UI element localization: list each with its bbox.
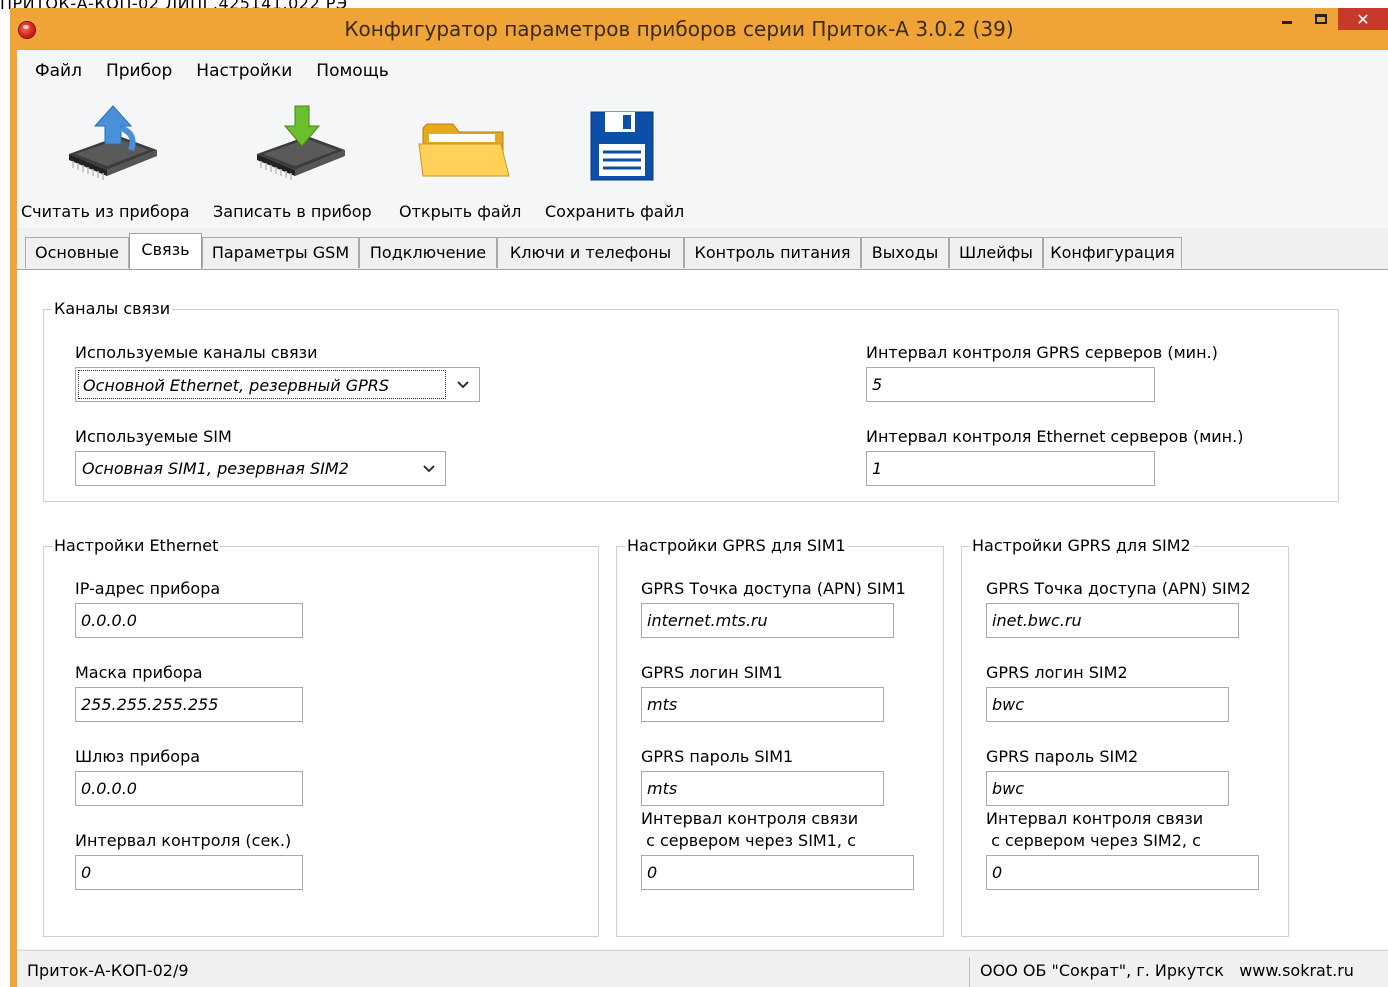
app-window: Конфигуратор параметров приборов серии П… [10,8,1388,987]
status-company: ООО ОБ "Сократ", г. Иркутск www.sokrat.r… [980,961,1354,980]
sim1-password-input[interactable]: mts [641,771,884,806]
sim2-apn-label: GPRS Точка доступа (APN) SIM2 [986,579,1251,598]
folder-icon [418,123,510,177]
minimize-button[interactable] [1270,8,1304,30]
ethernet-interval-label: Интервал контроля Ethernet серверов (мин… [866,427,1244,446]
mask-label: Маска прибора [75,663,203,682]
tab-panel-communication: Каналы связи Используемые каналы связи О… [17,269,1388,949]
chip-upload-icon [69,105,157,180]
read-from-device-label: Считать из прибора [21,202,190,221]
gprs-sim2-legend: Настройки GPRS для SIM2 [970,536,1193,555]
toolbar: Считать из прибора Записать в прибор Отк… [17,92,1388,228]
used-channels-select[interactable]: Основной Ethernet, резервный GPRS [75,367,480,402]
gprs-sim1-group: Настройки GPRS для SIM1 GPRS Точка досту… [616,537,944,937]
sim1-login-input[interactable]: mts [641,687,884,722]
sim2-login-input[interactable]: bwc [986,687,1229,722]
title-bar[interactable]: Конфигуратор параметров приборов серии П… [10,8,1388,50]
gprs-sim1-legend: Настройки GPRS для SIM1 [625,536,848,555]
open-file-label: Открыть файл [399,202,522,221]
tab-keys-phones[interactable]: Ключи и телефоны [497,237,684,268]
ethernet-control-interval-input[interactable]: 0 [75,855,303,890]
tab-power-control[interactable]: Контроль питания [684,237,861,268]
tab-configuration[interactable]: Конфигурация [1043,237,1182,268]
ip-address-label: IP-адрес прибора [75,579,221,598]
save-file-label: Сохранить файл [545,202,685,221]
tab-connection[interactable]: Подключение [359,237,497,268]
menu-settings[interactable]: Настройки [184,58,304,84]
write-to-device-button[interactable]: Записать в прибор [213,92,385,228]
save-file-button[interactable]: Сохранить файл [545,92,695,228]
close-icon: ✕ [1356,9,1370,29]
used-sim-value: Основная SIM1, резервная SIM2 [82,459,349,478]
sim1-interval-input[interactable]: 0 [641,855,914,890]
menu-bar: Файл Прибор Настройки Помощь [17,50,1388,92]
sim2-login-label: GPRS логин SIM2 [986,663,1128,682]
sim1-apn-input[interactable]: internet.mts.ru [641,603,894,638]
window-controls: ✕ [1270,8,1388,30]
sim1-apn-label: GPRS Точка доступа (APN) SIM1 [641,579,906,598]
sim1-login-label: GPRS логин SIM1 [641,663,783,682]
write-to-device-label: Записать в прибор [213,202,372,221]
status-bar: Приток-А-КОП-02/9 ООО ОБ "Сократ", г. Ир… [17,950,1388,987]
open-file-button[interactable]: Открыть файл [397,92,529,228]
tab-outputs[interactable]: Выходы [861,237,949,268]
gprs-sim2-group: Настройки GPRS для SIM2 GPRS Точка досту… [961,537,1289,937]
sim2-interval-label-line2: с сервером через SIM2, с [986,831,1201,850]
gateway-label: Шлюз прибора [75,747,201,766]
ethernet-control-interval-label: Интервал контроля (сек.) [75,831,292,850]
chip-download-icon [257,105,345,180]
gprs-interval-label: Интервал контроля GPRS серверов (мин.) [866,343,1218,362]
status-company-cell: ООО ОБ "Сократ", г. Иркутск www.sokrat.r… [969,957,1388,987]
chevron-down-icon [423,465,435,473]
menu-help[interactable]: Помощь [304,58,400,84]
ethernet-interval-input[interactable]: 1 [866,451,1155,486]
sim1-interval-label-line1: Интервал контроля связи [641,809,859,828]
maximize-button[interactable] [1304,8,1338,30]
sim1-password-label: GPRS пароль SIM1 [641,747,794,766]
close-button[interactable]: ✕ [1338,8,1388,30]
used-sim-label: Используемые SIM [75,427,232,446]
client-area: Файл Прибор Настройки Помощь Считать из … [17,50,1388,987]
sim2-apn-input[interactable]: inet.bwc.ru [986,603,1239,638]
gateway-input[interactable]: 0.0.0.0 [75,771,303,806]
tab-strip: Основные Связь Параметры GSM Подключение… [17,233,1388,269]
tab-gsm-params[interactable]: Параметры GSM [202,237,359,268]
used-channels-label: Используемые каналы связи [75,343,318,362]
tab-communication[interactable]: Связь [129,233,202,269]
floppy-disk-icon [590,111,654,181]
channels-legend: Каналы связи [52,299,173,318]
sim2-password-label: GPRS пароль SIM2 [986,747,1139,766]
channels-group: Каналы связи Используемые каналы связи О… [43,300,1339,502]
sim2-interval-label-line1: Интервал контроля связи [986,809,1204,828]
gprs-interval-input[interactable]: 5 [866,367,1155,402]
tab-loops[interactable]: Шлейфы [949,237,1043,268]
sim2-password-input[interactable]: bwc [986,771,1229,806]
menu-file[interactable]: Файл [23,58,94,84]
status-device: Приток-А-КОП-02/9 [27,961,189,980]
ethernet-legend: Настройки Ethernet [52,536,221,555]
sim2-interval-input[interactable]: 0 [986,855,1259,890]
maximize-icon [1315,14,1327,24]
ethernet-group: Настройки Ethernet IP-адрес прибора 0.0.… [43,537,599,937]
used-sim-select[interactable]: Основная SIM1, резервная SIM2 [75,451,446,486]
menu-device[interactable]: Прибор [94,58,184,84]
used-channels-value: Основной Ethernet, резервный GPRS [78,370,446,399]
mask-input[interactable]: 255.255.255.255 [75,687,303,722]
read-from-device-button[interactable]: Считать из прибора [21,92,201,228]
tab-basic[interactable]: Основные [25,237,129,268]
ip-address-input[interactable]: 0.0.0.0 [75,603,303,638]
sim1-interval-label-line2: с сервером через SIM1, с [641,831,856,850]
minimize-icon [1282,20,1292,24]
window-title: Конфигуратор параметров приборов серии П… [344,17,1014,41]
chevron-down-icon [457,381,469,389]
